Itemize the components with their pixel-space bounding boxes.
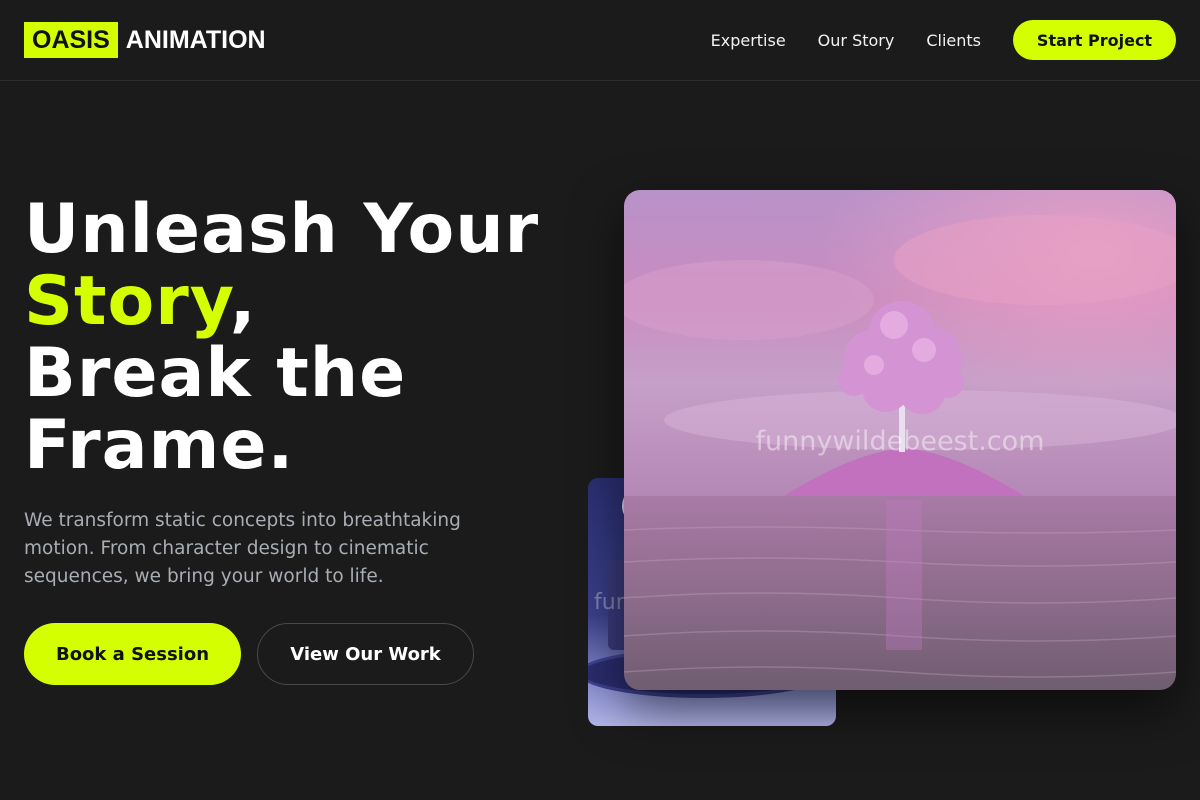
hero-headline: Unleash Your Story, Break the Frame.: [24, 194, 584, 482]
hero-showcase-image: funnywildebeest.com: [624, 190, 1176, 690]
nav-link-clients[interactable]: Clients: [926, 31, 981, 50]
headline-line-2: Story,: [24, 266, 584, 338]
image-watermark: funnywildebeest.com: [755, 426, 1045, 457]
headline-line-1: Unleash Your: [24, 190, 540, 269]
logo[interactable]: OASIS ANIMATION: [24, 22, 266, 58]
nav-link-expertise[interactable]: Expertise: [711, 31, 786, 50]
start-project-button[interactable]: Start Project: [1013, 20, 1176, 60]
hero-subtitle: We transform static concepts into breath…: [24, 510, 461, 587]
nav-link-our-story[interactable]: Our Story: [818, 31, 895, 50]
logo-box: OASIS: [24, 22, 118, 58]
headline-line-3: Break the: [24, 334, 407, 413]
headline-line-4: Frame.: [24, 406, 295, 485]
headline-comma: ,: [229, 262, 257, 341]
headline-accent-word: Story: [24, 262, 230, 341]
main-nav: Expertise Our Story Clients Start Projec…: [711, 20, 1176, 60]
view-work-button[interactable]: View Our Work: [257, 623, 474, 685]
site-header: OASIS ANIMATION Expertise Our Story Clie…: [0, 0, 1200, 81]
book-session-button[interactable]: Book a Session: [24, 623, 241, 685]
logo-text: ANIMATION: [125, 25, 266, 54]
